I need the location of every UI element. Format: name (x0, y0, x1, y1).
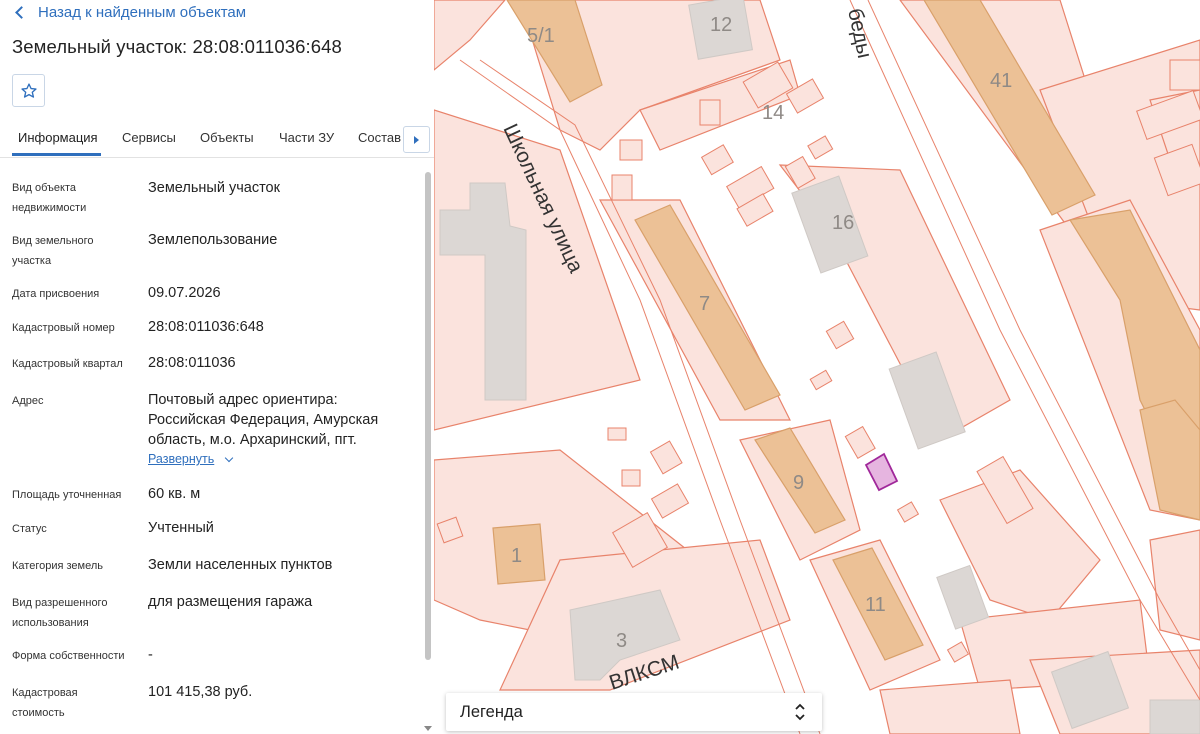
tabs-next-button[interactable] (403, 126, 430, 153)
plot-type-value: Землепользование (148, 232, 278, 248)
scroll-down-icon[interactable] (424, 726, 432, 731)
area-value: 60 кв. м (148, 486, 201, 502)
map-building-number: 5/1 (527, 25, 555, 47)
category-label: Категория земель (12, 560, 103, 572)
page-title: Земельный участок: 28:08:011036:648 (12, 36, 342, 57)
address-label: Адрес (12, 395, 44, 407)
status-value: Учтенный (148, 520, 214, 536)
cad-quarter-label: Кадастровый квартал (12, 358, 123, 370)
object-type-label: Вид объекта недвижимости (12, 182, 87, 214)
map-building-number: 3 (616, 630, 627, 652)
tab-services[interactable]: Сервисы (122, 130, 176, 145)
map-building-number: 12 (710, 14, 732, 36)
plot-type-label: Вид земельного участка (12, 235, 94, 267)
address-line-1: Почтовый адрес ориентира: (148, 392, 338, 408)
area-label: Площадь уточненная (12, 489, 122, 501)
legend-label: Легенда (460, 703, 523, 721)
status-label: Статус (12, 523, 47, 535)
address-line-2: Российская Федерация, Амурская (148, 412, 379, 428)
cad-quarter-value: 28:08:011036 (148, 355, 236, 371)
expand-label: Развернуть (148, 452, 215, 466)
back-link-label: Назад к найденным объектам (38, 3, 247, 21)
favorite-button[interactable] (12, 74, 45, 107)
map-building-number: 11 (865, 594, 886, 616)
date-value: 09.07.2026 (148, 285, 221, 301)
cost-value: 101 415,38 руб. (148, 684, 253, 700)
map-building-number: 7 (699, 293, 710, 315)
map-building-number: 14 (762, 102, 784, 124)
expand-address-link[interactable]: Развернуть (148, 452, 234, 466)
permitted-use-label: Вид разрешенного использования (12, 597, 108, 629)
cadastral-map[interactable]: 5/1 12 41 14 16 7 9 1 11 3 Школьная улиц… (434, 0, 1200, 734)
map-canvas[interactable]: 5/1 12 41 14 16 7 9 1 11 3 Школьная улиц… (434, 0, 1200, 734)
map-building-number: 41 (990, 70, 1012, 92)
ownership-label: Форма собственности (12, 650, 125, 662)
ownership-value: - (148, 647, 153, 663)
legend-panel[interactable]: Легенда (446, 693, 822, 731)
cost-label: Кадастровая стоимость (12, 687, 78, 719)
unfold-icon (795, 703, 805, 721)
tab-composition[interactable]: Состав (358, 130, 401, 145)
cad-number-label: Кадастровый номер (12, 322, 115, 334)
map-building-number: 1 (511, 545, 522, 567)
tab-information[interactable]: Информация (18, 130, 98, 145)
category-value: Земли населенных пунктов (148, 557, 333, 573)
chevron-down-icon (225, 453, 234, 462)
back-link[interactable]: Назад к найденным объектам (14, 3, 246, 21)
cad-number-value: 28:08:011036:648 (148, 319, 264, 335)
map-building-number: 9 (793, 472, 804, 494)
tab-objects[interactable]: Объекты (200, 130, 254, 145)
address-line-3: область, м.о. Архаринский, пгт. (148, 432, 357, 448)
map-building-number: 16 (832, 212, 854, 234)
active-tab-indicator (12, 153, 101, 156)
object-type-value: Земельный участок (148, 180, 280, 196)
object-info-panel: Назад к найденным объектам Земельный уча… (0, 0, 435, 734)
tab-bar: Информация Сервисы Объекты Части ЗУ Сост… (0, 120, 434, 158)
date-label: Дата присвоения (12, 288, 100, 300)
tab-parts[interactable]: Части ЗУ (279, 130, 334, 145)
scrollbar-thumb[interactable] (425, 172, 431, 660)
star-outline-icon (20, 82, 37, 98)
caret-right-icon (414, 135, 419, 144)
chevron-left-icon (15, 5, 28, 19)
permitted-use-value: для размещения гаража (148, 594, 313, 610)
